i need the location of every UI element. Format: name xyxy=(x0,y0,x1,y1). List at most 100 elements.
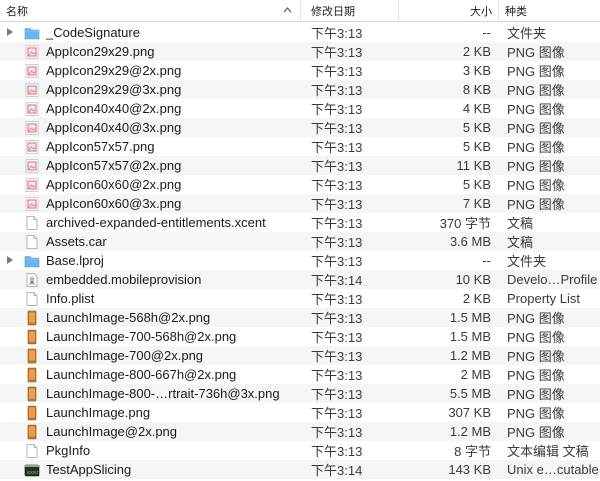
file-row[interactable]: AppIcon29x29.png 下午3:13 2 KB PNG 图像 xyxy=(0,42,600,61)
file-size: 5 KB xyxy=(462,177,491,192)
file-row[interactable]: LaunchImage-800-…rtrait-736h@3x.png 下午3:1… xyxy=(0,384,600,403)
file-row[interactable]: exec TestAppSlicing 下午3:14 143 KB Unix e…cut… xyxy=(0,460,600,479)
file-date: 下午3:13 xyxy=(311,45,363,60)
file-name: AppIcon57x57@2x.png xyxy=(46,158,182,173)
file-name: AppIcon57x57.png xyxy=(46,139,155,154)
file-name-cell: AppIcon60x60@2x.png xyxy=(0,175,301,194)
launch-image-icon xyxy=(24,367,40,383)
executable-icon: exec xyxy=(24,462,40,478)
file-size: 3.6 MB xyxy=(449,234,491,249)
file-name: LaunchImage.png xyxy=(46,405,151,420)
file-row[interactable]: archived-expanded-entitlements.xcent 下午3:… xyxy=(0,213,600,232)
folder-row[interactable]: _CodeSignature 下午3:13 -- 文件夹 xyxy=(0,23,600,42)
file-row[interactable]: AppIcon40x40@2x.png 下午3:13 4 KB PNG 图像 xyxy=(0,99,600,118)
file-row[interactable]: Assets.car 下午3:13 3.6 MB 文稿 xyxy=(0,232,600,251)
file-row[interactable]: LaunchImage-800-667h@2x.png 下午3:13 2 MB PNG… xyxy=(0,365,600,384)
file-kind: PNG 图像 xyxy=(507,102,565,117)
file-name: LaunchImage-700-568h@2x.png xyxy=(46,329,237,344)
file-size: 5 KB xyxy=(462,120,491,135)
folder-row[interactable]: Base.lproj 下午3:13 -- 文件夹 xyxy=(0,251,600,270)
file-size: 2 KB xyxy=(462,44,491,59)
column-header-bar: 名称 修改日期 大小 种类 xyxy=(0,0,600,22)
file-name: LaunchImage-568h@2x.png xyxy=(46,310,211,325)
file-size: 1.5 MB xyxy=(449,310,491,325)
file-name: AppIcon40x40@2x.png xyxy=(46,101,182,116)
file-date: 下午3:13 xyxy=(311,254,363,269)
file-kind: PNG 图像 xyxy=(507,330,565,345)
file-row[interactable]: AppIcon29x29@2x.png 下午3:13 3 KB PNG 图像 xyxy=(0,61,600,80)
png-icon xyxy=(24,158,40,174)
file-size: 8 KB xyxy=(462,82,491,97)
file-row[interactable]: LaunchImage@2x.png 下午3:13 1.2 MB PNG 图像 xyxy=(0,422,600,441)
file-name: Base.lproj xyxy=(46,253,104,268)
folder-icon xyxy=(24,25,40,41)
png-icon xyxy=(24,139,40,155)
file-row[interactable]: LaunchImage-700@2x.png 下午3:13 1.2 MB PNG 图像 xyxy=(0,346,600,365)
file-row[interactable]: AppIcon57x57.png 下午3:13 5 KB PNG 图像 xyxy=(0,137,600,156)
column-header-date[interactable]: 修改日期 xyxy=(301,0,399,22)
file-name: AppIcon29x29.png xyxy=(46,44,155,59)
file-name-cell: Info.plist xyxy=(0,289,301,308)
launch-image-icon xyxy=(24,329,40,345)
column-header-size[interactable]: 大小 xyxy=(399,0,499,22)
file-name-cell: AppIcon29x29@3x.png xyxy=(0,80,301,99)
file-kind: PNG 图像 xyxy=(507,406,565,421)
column-header-size-label: 大小 xyxy=(470,5,492,18)
file-row[interactable]: AppIcon40x40@3x.png 下午3:13 5 KB PNG 图像 xyxy=(0,118,600,137)
file-row[interactable]: PkgInfo 下午3:13 8 字节 文本编辑 文稿 xyxy=(0,441,600,460)
file-date: 下午3:13 xyxy=(311,425,363,440)
png-icon xyxy=(24,177,40,193)
disclosure-triangle-icon[interactable] xyxy=(7,256,13,264)
file-date: 下午3:13 xyxy=(311,216,363,231)
sort-ascending-icon xyxy=(283,6,292,12)
file-row[interactable]: Info.plist 下午3:13 2 KB Property List xyxy=(0,289,600,308)
file-date: 下午3:13 xyxy=(311,311,363,326)
file-row[interactable]: LaunchImage-700-568h@2x.png 下午3:13 1.5 MB P… xyxy=(0,327,600,346)
file-row[interactable]: LaunchImage.png 下午3:13 307 KB PNG 图像 xyxy=(0,403,600,422)
file-date: 下午3:13 xyxy=(311,235,363,250)
file-name: AppIcon60x60@3x.png xyxy=(46,196,182,211)
file-kind: PNG 图像 xyxy=(507,368,565,383)
file-name-cell: _CodeSignature xyxy=(0,23,301,42)
file-row[interactable]: embedded.mobileprovision 下午3:14 10 KB Devel… xyxy=(0,270,600,289)
png-icon xyxy=(24,101,40,117)
file-name-cell: PkgInfo xyxy=(0,441,301,460)
file-size: 5 KB xyxy=(462,139,491,154)
file-name-cell: AppIcon40x40@2x.png xyxy=(0,99,301,118)
file-date: 下午3:13 xyxy=(311,83,363,98)
file-kind: Property List xyxy=(507,291,580,306)
file-name-cell: LaunchImage-800-667h@2x.png xyxy=(0,365,301,384)
file-date: 下午3:13 xyxy=(311,26,363,41)
file-name-cell: Assets.car xyxy=(0,232,301,251)
file-row[interactable]: AppIcon57x57@2x.png 下午3:13 11 KB PNG 图像 xyxy=(0,156,600,175)
png-icon xyxy=(24,63,40,79)
column-header-name[interactable]: 名称 xyxy=(0,0,301,22)
file-name-cell: AppIcon29x29.png xyxy=(0,42,301,61)
file-name-cell: AppIcon60x60@3x.png xyxy=(0,194,301,213)
disclosure-triangle-icon[interactable] xyxy=(7,28,13,36)
file-row[interactable]: AppIcon60x60@2x.png 下午3:13 5 KB PNG 图像 xyxy=(0,175,600,194)
file-name: AppIcon29x29@3x.png xyxy=(46,82,182,97)
file-name: archived-expanded-entitlements.xcent xyxy=(46,215,266,230)
file-kind: PNG 图像 xyxy=(507,140,565,155)
file-kind: PNG 图像 xyxy=(507,45,565,60)
file-kind: PNG 图像 xyxy=(507,349,565,364)
file-kind: PNG 图像 xyxy=(507,178,565,193)
file-size: 2 MB xyxy=(460,367,491,382)
file-date: 下午3:13 xyxy=(311,330,363,345)
file-kind: PNG 图像 xyxy=(507,311,565,326)
file-row[interactable]: AppIcon60x60@3x.png 下午3:13 7 KB PNG 图像 xyxy=(0,194,600,213)
file-name-cell: LaunchImage-568h@2x.png xyxy=(0,308,301,327)
file-name-cell: LaunchImage-700@2x.png xyxy=(0,346,301,365)
file-kind: PNG 图像 xyxy=(507,387,565,402)
column-header-kind[interactable]: 种类 xyxy=(499,0,600,22)
file-name-cell: archived-expanded-entitlements.xcent xyxy=(0,213,301,232)
file-kind: PNG 图像 xyxy=(507,159,565,174)
launch-image-icon xyxy=(24,424,40,440)
file-name: Assets.car xyxy=(46,234,107,249)
launch-image-icon xyxy=(24,310,40,326)
file-kind: PNG 图像 xyxy=(507,64,565,79)
file-row[interactable]: LaunchImage-568h@2x.png 下午3:13 1.5 MB PNG 图… xyxy=(0,308,600,327)
file-row[interactable]: AppIcon29x29@3x.png 下午3:13 8 KB PNG 图像 xyxy=(0,80,600,99)
file-date: 下午3:13 xyxy=(311,64,363,79)
